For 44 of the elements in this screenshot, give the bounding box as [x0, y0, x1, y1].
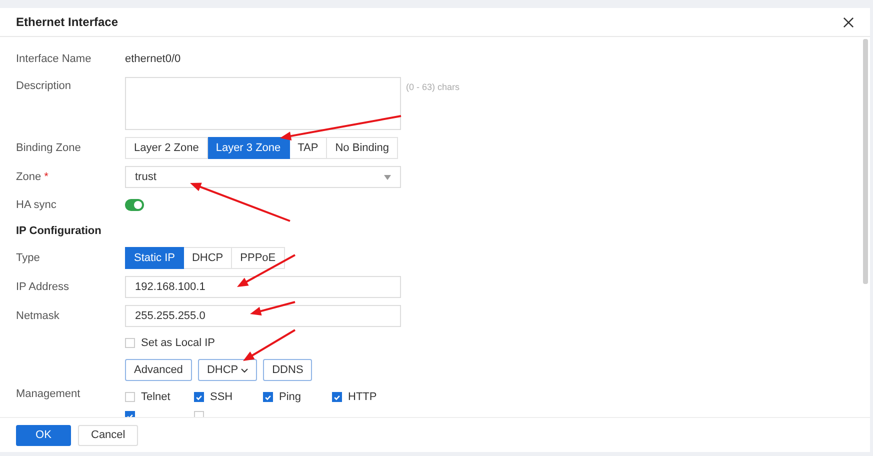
field-label: Netmask — [16, 310, 60, 322]
field-label: Management — [16, 388, 82, 400]
checkbox[interactable] — [263, 392, 273, 402]
checkbox-label: Set as Local IP — [141, 337, 215, 349]
field-label: IP Address — [16, 281, 70, 293]
hint-text: (0 - 63) chars — [406, 82, 460, 92]
field-label: Binding Zone — [16, 142, 82, 154]
checkbox-label: HTTP — [348, 391, 377, 403]
annotation-arrow — [243, 329, 296, 361]
segment-option[interactable]: No Binding — [327, 137, 398, 159]
description-field[interactable] — [125, 77, 401, 130]
input-field[interactable]: 192.168.100.1 — [125, 276, 401, 298]
field-label: Type — [16, 252, 41, 264]
close-icon[interactable] — [843, 16, 854, 28]
dropdown-icon — [384, 174, 391, 180]
checkbox-label: SSH — [210, 391, 233, 403]
option-button[interactable]: DDNS — [263, 359, 312, 381]
field-label: HA sync — [16, 199, 58, 211]
field-value: ethernet0/0 — [125, 53, 181, 65]
input-field[interactable]: 255.255.255.0 — [125, 305, 401, 327]
segment-option[interactable]: PPPoE — [232, 247, 285, 269]
segment-option[interactable]: DHCP — [184, 247, 232, 269]
checkbox-label: Ping — [279, 391, 302, 403]
annotation-arrow — [250, 301, 296, 316]
segment-option[interactable]: Static IP — [125, 247, 184, 269]
field-label: Interface Name — [16, 53, 92, 65]
segment-option[interactable]: Layer 2 Zone — [125, 137, 208, 159]
segment-option[interactable]: TAP — [290, 137, 328, 159]
dialog-title: Ethernet Interface — [16, 15, 118, 29]
checkbox-label: Telnet — [141, 391, 170, 403]
section-heading: IP Configuration — [16, 225, 102, 237]
segment-option[interactable]: Layer 3 Zone — [208, 137, 290, 159]
option-button[interactable]: DHCP — [198, 359, 258, 381]
checkbox[interactable] — [194, 392, 204, 402]
field-label: Description — [16, 79, 72, 92]
option-button[interactable]: Advanced — [125, 359, 192, 381]
toggle-switch[interactable] — [125, 199, 144, 211]
checkbox[interactable] — [332, 392, 342, 402]
annotation-arrow — [237, 254, 296, 287]
zone-select[interactable]: trust — [125, 166, 401, 188]
cancel-button[interactable]: Cancel — [78, 424, 138, 446]
field-label: Zone * — [16, 171, 50, 183]
ok-button[interactable]: OK — [16, 424, 71, 446]
scrollbar[interactable] — [863, 39, 868, 284]
